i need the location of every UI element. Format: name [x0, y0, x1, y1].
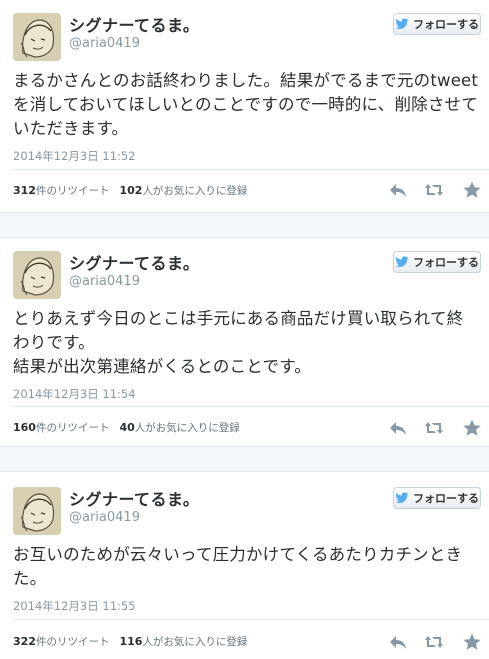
retweet-count-label: 件のリツイート [35, 185, 110, 197]
retweet-count-label: 件のリツイート [35, 422, 110, 434]
tweet-card: シグナーてるま。 @aria0419 フォローする まるかさんとのお話終わりまし… [0, 0, 489, 212]
twitter-bird-icon [395, 492, 409, 504]
tweet-timestamp[interactable]: 2014年12月3日 11:52 [13, 148, 136, 164]
tweet-card: シグナーてるま。 @aria0419 フォローする お互いのためが云々いって圧力… [0, 474, 489, 659]
tweet-timestamp[interactable]: 2014年12月3日 11:55 [13, 598, 136, 614]
avatar[interactable] [13, 251, 61, 299]
star-icon[interactable] [462, 180, 482, 200]
star-icon[interactable] [462, 632, 482, 652]
retweet-count[interactable]: 312 [13, 184, 36, 197]
display-name[interactable]: シグナーてるま。 [69, 250, 199, 274]
user-handle[interactable]: @aria0419 [69, 274, 140, 289]
star-icon[interactable] [462, 418, 482, 438]
tweet-actions [386, 180, 489, 200]
retweet-count[interactable]: 322 [13, 635, 36, 648]
tweet-stats: 160件のリツイート 40人がお気に入りに登録 [13, 420, 240, 435]
follow-button[interactable]: フォローする [393, 487, 481, 509]
retweet-icon[interactable] [424, 180, 444, 200]
favorite-count-label: 人がお気に入りに登録 [142, 185, 248, 197]
favorite-count[interactable]: 102 [119, 184, 142, 197]
tweet-stats: 312件のリツイート 102人がお気に入りに登録 [13, 183, 247, 198]
retweet-count-label: 件のリツイート [35, 636, 110, 648]
follow-label: フォローする [413, 256, 479, 269]
follow-label: フォローする [413, 492, 479, 505]
display-name[interactable]: シグナーてるま。 [69, 486, 199, 510]
tweet-card: シグナーてるま。 @aria0419 フォローする とりあえず今日のとこは手元に… [0, 238, 489, 444]
avatar[interactable] [13, 487, 61, 535]
twitter-bird-icon [395, 18, 409, 30]
favorite-count[interactable]: 116 [119, 635, 142, 648]
favorite-count-label: 人がお気に入りに登録 [134, 422, 240, 434]
retweet-count[interactable]: 160 [13, 421, 36, 434]
user-handle[interactable]: @aria0419 [69, 36, 140, 51]
divider [13, 406, 489, 407]
user-handle[interactable]: @aria0419 [69, 510, 140, 525]
retweet-icon[interactable] [424, 632, 444, 652]
reply-icon[interactable] [388, 632, 408, 652]
reply-icon[interactable] [388, 418, 408, 438]
tweet-timestamp[interactable]: 2014年12月3日 11:54 [13, 386, 136, 402]
twitter-bird-icon [395, 256, 409, 268]
tweet-actions [386, 632, 489, 652]
tweet-actions [386, 418, 489, 438]
favorite-count-label: 人がお気に入りに登録 [142, 636, 248, 648]
tweet-text: まるかさんとのお話終わりました。結果がでるまで元のtweet を消しておいてほし… [13, 71, 479, 138]
tweet-text: とりあえず今日のとこは手元にある商品だけ買い取られて終 わりです。 結果が出次第… [13, 309, 464, 376]
tweet-separator [0, 212, 489, 238]
follow-label: フォローする [413, 18, 479, 31]
follow-button[interactable]: フォローする [393, 13, 481, 35]
tweet-text: お互いのためが云々いって圧力かけてくるあたりカチンとき た。 [13, 545, 463, 588]
divider [13, 169, 489, 170]
follow-button[interactable]: フォローする [393, 251, 481, 273]
divider [13, 619, 489, 620]
avatar[interactable] [13, 13, 61, 61]
retweet-icon[interactable] [424, 418, 444, 438]
display-name[interactable]: シグナーてるま。 [69, 12, 199, 36]
favorite-count[interactable]: 40 [119, 421, 134, 434]
reply-icon[interactable] [388, 180, 408, 200]
tweet-stats: 322件のリツイート 116人がお気に入りに登録 [13, 634, 247, 649]
tweet-separator [0, 446, 489, 472]
